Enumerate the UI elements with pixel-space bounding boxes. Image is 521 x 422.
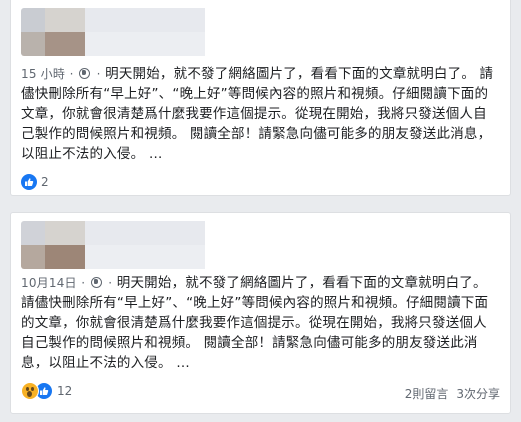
blurred-author-avatar[interactable]	[21, 221, 211, 269]
post-card: 15 小時 · · 明天開始，就不發了網絡圖片了，看看下面的文章就明白了。 請儘…	[10, 0, 511, 196]
post-body: 15 小時 · · 明天開始，就不發了網絡圖片了，看看下面的文章就明白了。 請儘…	[21, 64, 498, 164]
post-timestamp[interactable]: 15 小時	[21, 67, 65, 81]
meta-separator: ·	[96, 67, 101, 81]
post-text: 明天開始，就不發了網絡圖片了，看看下面的文章就明白了。 請儘快刪除所有“早上好”…	[21, 66, 494, 162]
reaction-count: 12	[57, 384, 73, 398]
comment-count-link[interactable]: 2則留言	[405, 385, 449, 402]
reaction-count: 2	[41, 175, 49, 189]
post-card: 10月14日 · · 明天開始，就不發了網絡圖片了，看看下面的文章就明白了。 請…	[10, 212, 511, 414]
share-count-link[interactable]: 3次分享	[456, 385, 500, 402]
blurred-author-avatar[interactable]	[21, 8, 211, 56]
globe-icon[interactable]	[90, 277, 102, 288]
see-more-ellipsis[interactable]: …	[149, 146, 163, 162]
meta-separator: ·	[69, 67, 74, 81]
post-timestamp[interactable]: 10月14日	[21, 276, 77, 290]
news-feed: 15 小時 · · 明天開始，就不發了網絡圖片了，看看下面的文章就明白了。 請儘…	[0, 0, 521, 422]
reaction-summary[interactable]: 2	[21, 172, 49, 192]
post-text: 明天開始，就不發了網絡圖片了，看看下面的文章就明白了。 請儘快刪除所有“早上好”…	[21, 275, 489, 371]
engagement-counts: 2則留言 3次分享	[405, 385, 500, 402]
post-header	[21, 8, 341, 56]
meta-separator: ·	[81, 276, 86, 290]
like-icon	[21, 174, 37, 190]
globe-icon[interactable]	[79, 68, 91, 79]
wow-icon	[21, 382, 39, 400]
meta-separator: ·	[108, 276, 113, 290]
post-header	[21, 221, 341, 269]
post-body: 10月14日 · · 明天開始，就不發了網絡圖片了，看看下面的文章就明白了。 請…	[21, 273, 498, 373]
see-more-ellipsis[interactable]: …	[176, 355, 190, 371]
reaction-summary[interactable]: 12	[21, 381, 72, 401]
